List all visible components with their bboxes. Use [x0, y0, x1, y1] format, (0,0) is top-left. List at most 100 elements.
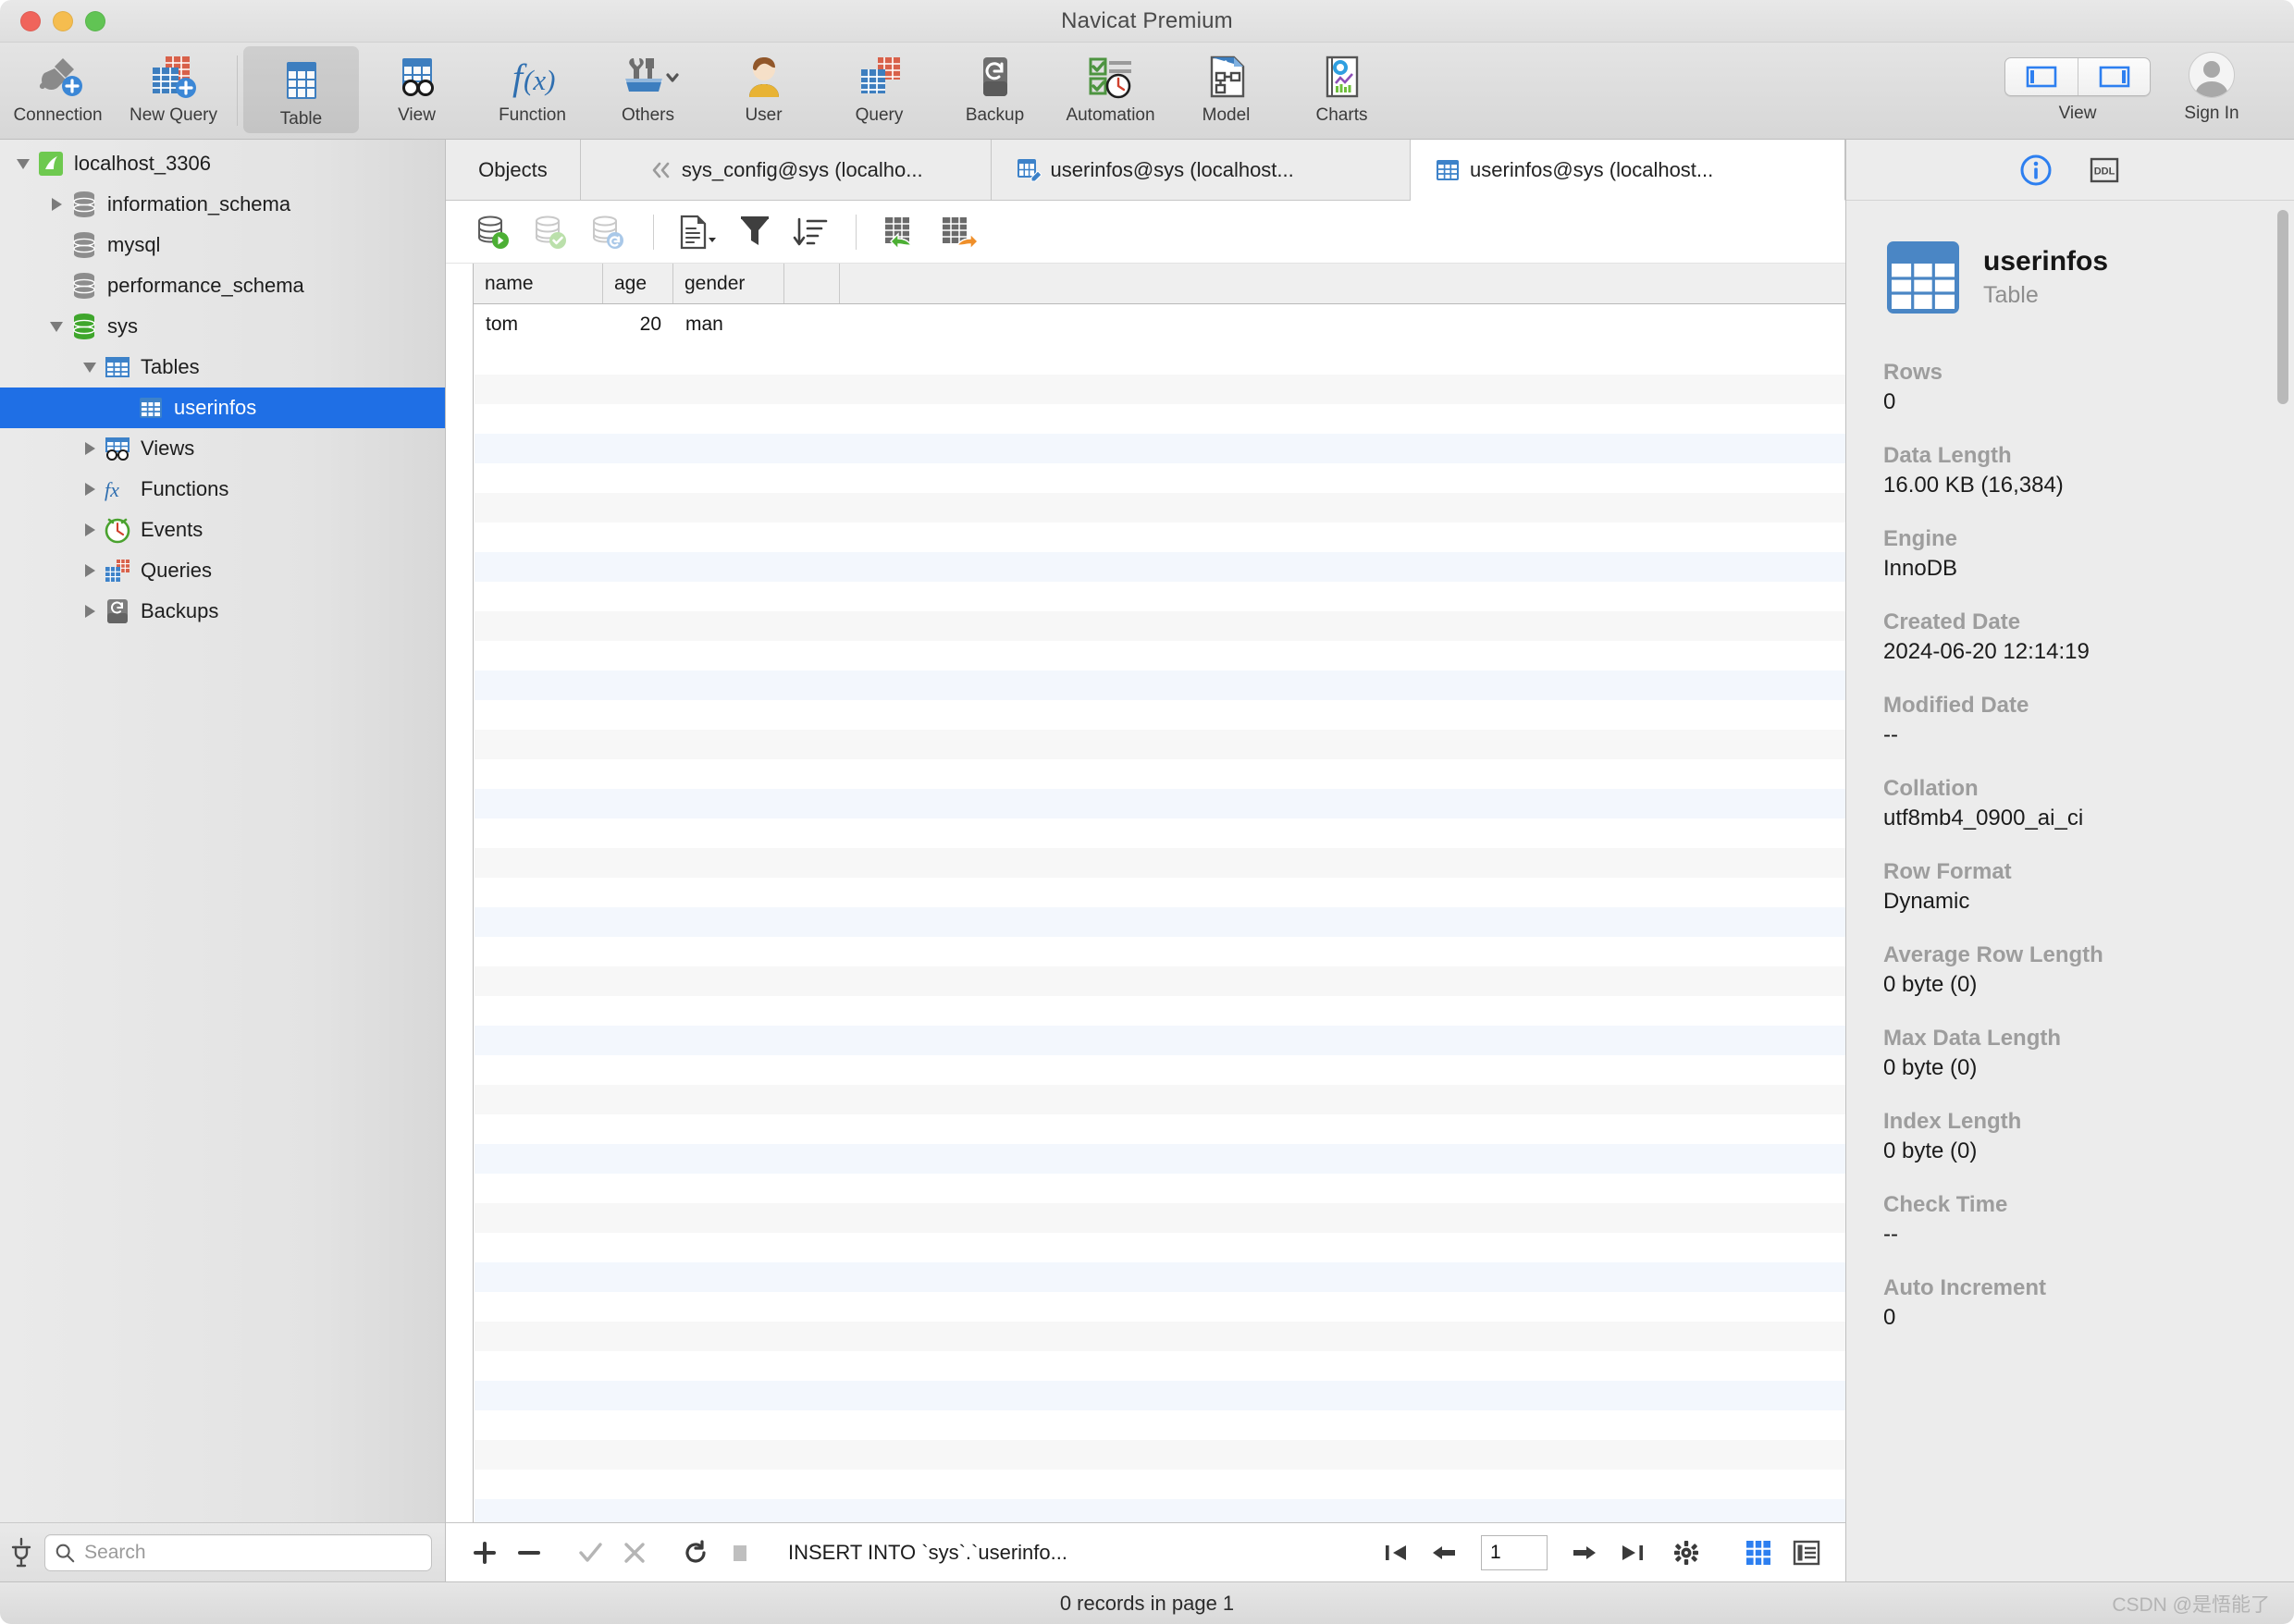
- functions-fx-icon: fx: [102, 476, 133, 502]
- editor-tab-0[interactable]: Objects: [446, 140, 581, 200]
- sort-icon[interactable]: [783, 207, 841, 257]
- toolbar-user[interactable]: User: [706, 43, 821, 139]
- tree-item-events[interactable]: Events: [0, 510, 445, 550]
- grid-cell-age[interactable]: 20: [604, 304, 674, 345]
- grid-column-header[interactable]: [784, 264, 840, 303]
- toolbar-new-query[interactable]: New Query: [116, 43, 231, 139]
- sidebar-search[interactable]: [44, 1533, 432, 1571]
- tree-item-functions[interactable]: fx Functions: [0, 469, 445, 510]
- refresh-button[interactable]: [673, 1531, 718, 1575]
- filter-icon[interactable]: [726, 207, 783, 257]
- view-segmented-control[interactable]: [2004, 57, 2151, 96]
- toolbar-table[interactable]: Table: [243, 46, 359, 133]
- tree-twisty-right-icon[interactable]: [78, 442, 102, 455]
- editor-tab-1[interactable]: sys_config@sys (localho...: [581, 140, 992, 200]
- tree-twisty-down-icon[interactable]: [11, 158, 35, 169]
- toolbar-connection[interactable]: Connection: [0, 43, 116, 139]
- add-record-button[interactable]: [462, 1531, 507, 1575]
- toolbar-others[interactable]: Others: [590, 43, 706, 139]
- tree-item-localhost-3306[interactable]: localhost_3306: [0, 143, 445, 184]
- grid-column-header[interactable]: age: [603, 264, 673, 303]
- tree-twisty-right-icon[interactable]: [44, 198, 68, 211]
- others-tools-icon: [618, 50, 679, 104]
- minimize-window-button[interactable]: [53, 10, 73, 31]
- info-circle-icon[interactable]: [2013, 149, 2059, 191]
- tree-twisty-right-icon[interactable]: [78, 564, 102, 577]
- toolbar-function[interactable]: f (x) Function: [475, 43, 590, 139]
- prev-page-button[interactable]: [1422, 1531, 1466, 1575]
- connect-plug-icon[interactable]: [9, 1537, 33, 1569]
- toolbar-charts[interactable]: Charts: [1284, 43, 1400, 139]
- toggle-right-pane-button[interactable]: [2078, 58, 2150, 95]
- tree-twisty-right-icon[interactable]: [78, 483, 102, 496]
- tree-item-sys[interactable]: sys: [0, 306, 445, 347]
- tree-twisty-down-icon[interactable]: [78, 362, 102, 373]
- toolbar-divider: [237, 55, 238, 126]
- tree-item-backups[interactable]: Backups: [0, 591, 445, 632]
- search-input[interactable]: [84, 1541, 422, 1564]
- automation-clock-icon: [1085, 50, 1137, 104]
- grid-toolbar: [446, 201, 1845, 264]
- form-view-button[interactable]: [1784, 1531, 1829, 1575]
- cancel-changes-button[interactable]: [612, 1531, 657, 1575]
- tree-item-userinfos[interactable]: userinfos: [0, 388, 445, 428]
- tree-item-mysql[interactable]: mysql: [0, 225, 445, 265]
- import-wizard-icon[interactable]: [871, 207, 929, 257]
- tree-twisty-right-icon[interactable]: [78, 605, 102, 618]
- tree-item-queries[interactable]: Queries: [0, 550, 445, 591]
- toolbar-query[interactable]: Query: [821, 43, 937, 139]
- tree-item-tables[interactable]: Tables: [0, 347, 445, 388]
- editor-tab-bar[interactable]: Objects sys_config@sys (localho... userinf…: [446, 140, 1845, 201]
- commit-icon[interactable]: [524, 207, 581, 257]
- info-panel-scrollbar[interactable]: [2277, 210, 2288, 404]
- rollback-icon[interactable]: [581, 207, 638, 257]
- grid-empty-row: [475, 1470, 1845, 1499]
- begin-transaction-icon[interactable]: [466, 207, 524, 257]
- toggle-left-pane-button[interactable]: [2005, 58, 2078, 95]
- page-number-input[interactable]: [1481, 1534, 1548, 1570]
- database-green-icon: [68, 313, 100, 340]
- svg-text:DDL: DDL: [2094, 166, 2115, 177]
- grid-cell-gender[interactable]: man: [674, 304, 785, 345]
- tree-item-performance-schema[interactable]: performance_schema: [0, 265, 445, 306]
- editor-tab-label: userinfos@sys (localhost...: [1470, 157, 1714, 181]
- tree-twisty-right-icon[interactable]: [78, 523, 102, 536]
- grid-cell-blank[interactable]: [785, 304, 841, 345]
- apply-changes-button[interactable]: [568, 1531, 612, 1575]
- gear-icon[interactable]: [1664, 1531, 1708, 1575]
- tree-item-views[interactable]: Views: [0, 428, 445, 469]
- last-page-button[interactable]: [1610, 1531, 1655, 1575]
- toolbar-view[interactable]: View: [359, 43, 475, 139]
- grid-rows[interactable]: tom 20 man: [475, 304, 1845, 1522]
- next-page-button[interactable]: [1562, 1531, 1607, 1575]
- grid-empty-row: [475, 730, 1845, 759]
- editor-tab-2[interactable]: userinfos@sys (localhost...: [992, 140, 1412, 200]
- toolbar-backup[interactable]: Backup: [937, 43, 1053, 139]
- toolbar-automation[interactable]: Automation: [1053, 43, 1168, 139]
- maximize-window-button[interactable]: [85, 10, 105, 31]
- table-blue-icon: [135, 395, 166, 421]
- close-window-button[interactable]: [20, 10, 41, 31]
- grid-column-header[interactable]: gender: [673, 264, 784, 303]
- grid-header-row[interactable]: name age gender: [474, 264, 1845, 304]
- view-form-icon[interactable]: [669, 207, 726, 257]
- table-row[interactable]: tom 20 man: [475, 304, 1845, 345]
- object-tree[interactable]: localhost_3306 information_schema mysql per…: [0, 140, 445, 1522]
- ddl-icon[interactable]: DDL: [2081, 149, 2128, 191]
- tree-item-label: Queries: [141, 559, 213, 582]
- grid-column-header[interactable]: name: [474, 264, 603, 303]
- tree-twisty-down-icon[interactable]: [44, 321, 68, 332]
- stop-button[interactable]: [718, 1531, 762, 1575]
- editor-tab-3[interactable]: userinfos@sys (localhost...: [1411, 140, 1845, 201]
- export-wizard-icon[interactable]: [929, 207, 986, 257]
- data-grid[interactable]: name age gender tom 20 man: [446, 264, 1845, 1522]
- first-page-button[interactable]: [1374, 1531, 1418, 1575]
- views-glasses-icon: [102, 436, 133, 461]
- delete-record-button[interactable]: [507, 1531, 551, 1575]
- toolbar-signin[interactable]: Sign In: [2152, 43, 2272, 139]
- grid-cell-name[interactable]: tom: [475, 304, 604, 345]
- grid-empty-row: [475, 1262, 1845, 1292]
- tree-item-information-schema[interactable]: information_schema: [0, 184, 445, 225]
- grid-view-button[interactable]: [1736, 1531, 1781, 1575]
- toolbar-model[interactable]: Model: [1168, 43, 1284, 139]
